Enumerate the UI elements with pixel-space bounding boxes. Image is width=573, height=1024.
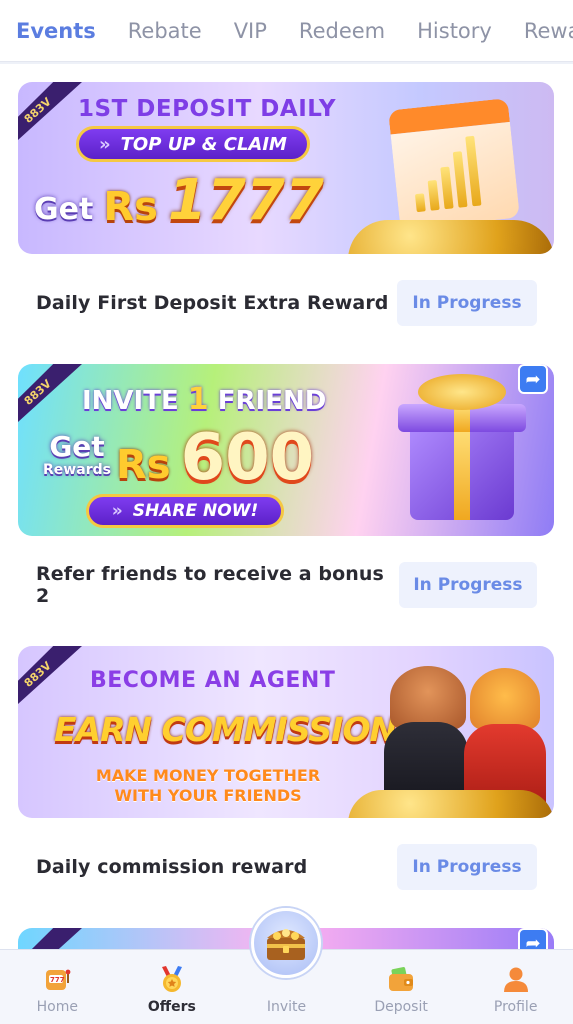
events-page: Events Rebate VIP Redeem History Reward … xyxy=(0,0,573,1024)
event-card-first-deposit: 883V 1ST DEPOSIT DAILY » TOP UP & CLAIM … xyxy=(0,64,573,347)
growth-bars-icon xyxy=(410,135,482,213)
nav-deposit[interactable]: Deposit xyxy=(344,950,459,1024)
banner-subtext-line: WITH YOUR FRIENDS xyxy=(114,786,302,805)
medal-icon xyxy=(156,963,188,995)
nav-label: Offers xyxy=(147,999,196,1015)
status-button[interactable]: In Progress xyxy=(397,280,537,326)
banner-headline: EARN COMMISSION xyxy=(54,710,397,749)
share-now-button[interactable]: » SHARE NOW! xyxy=(86,494,284,528)
user-icon xyxy=(500,963,532,995)
banner-get-subtext: Rewards xyxy=(43,462,111,478)
banner-currency: Rs xyxy=(103,184,158,230)
tab-redeem[interactable]: Redeem xyxy=(283,8,401,54)
gift-bow-icon xyxy=(418,374,506,410)
banner-title: INVITE 1 FRIEND xyxy=(82,382,326,417)
banner-get-text: Get xyxy=(49,430,105,463)
top-tab-bar: Events Rebate VIP Redeem History Reward xyxy=(0,0,573,62)
tab-history[interactable]: History xyxy=(401,8,508,54)
event-row: Refer friends to receive a bonus 2 In Pr… xyxy=(0,541,573,629)
nav-label: Home xyxy=(36,999,78,1015)
banner-get-text: Get xyxy=(34,192,94,227)
event-description: Daily First Deposit Extra Reward xyxy=(36,292,389,314)
top-up-claim-button[interactable]: » TOP UP & CLAIM xyxy=(76,126,310,162)
first-deposit-banner[interactable]: 883V 1ST DEPOSIT DAILY » TOP UP & CLAIM … xyxy=(18,82,554,254)
banner-title-part: FRIEND xyxy=(217,386,327,416)
double-chevron-icon: » xyxy=(111,501,123,521)
banner-amount: Rs 600 xyxy=(116,422,314,494)
event-card-agent: 883V BECOME AN AGENT EARN COMMISSION MAK… xyxy=(0,628,573,911)
banner-subtext: MAKE MONEY TOGETHER WITH YOUR FRIENDS xyxy=(18,766,398,806)
calendar-illustration xyxy=(388,98,520,230)
share-icon[interactable]: ➦ xyxy=(518,364,548,394)
tab-reward[interactable]: Reward xyxy=(508,8,573,54)
share-now-label: SHARE NOW! xyxy=(132,501,259,521)
bull-character-icon xyxy=(390,666,466,730)
gold-coins-icon xyxy=(348,790,554,818)
nav-label: Invite xyxy=(266,999,307,1015)
banner-amount-value: 1777 xyxy=(167,168,324,233)
status-button[interactable]: In Progress xyxy=(398,562,537,608)
svg-text:777: 777 xyxy=(50,976,65,984)
event-card-invite-friend: 883V INVITE 1 FRIEND Get Rewards Rs 600 … xyxy=(0,346,573,629)
get-rewards-label: Get Rewards xyxy=(32,430,122,479)
banner-currency: Rs xyxy=(116,442,171,488)
tab-events[interactable]: Events xyxy=(0,8,112,54)
tab-rebate[interactable]: Rebate xyxy=(112,8,218,54)
invite-friend-banner[interactable]: 883V INVITE 1 FRIEND Get Rewards Rs 600 … xyxy=(18,364,554,536)
gold-coins-icon xyxy=(348,220,554,254)
nav-label: Deposit xyxy=(374,999,428,1015)
event-description: Daily commission reward xyxy=(36,856,308,878)
top-up-claim-label: TOP UP & CLAIM xyxy=(120,133,287,155)
nav-offers[interactable]: Offers xyxy=(115,950,230,1024)
banner-title-number: 1 xyxy=(187,382,209,417)
banner-amount-value: 600 xyxy=(180,421,315,495)
gift-box-icon xyxy=(410,424,514,520)
event-description: Refer friends to receive a bonus 2 xyxy=(36,563,384,607)
banner-title: BECOME AN AGENT xyxy=(90,668,336,693)
event-row: Daily First Deposit Extra Reward In Prog… xyxy=(0,259,573,347)
status-button[interactable]: In Progress xyxy=(397,844,537,890)
nav-home[interactable]: 777 Home xyxy=(0,950,115,1024)
bottom-nav: 777 Home Offers Invite Deposit Profile xyxy=(0,908,573,1024)
banner-subtext-line: MAKE MONEY TOGETHER xyxy=(95,766,321,785)
slot-machine-icon: 777 xyxy=(41,963,73,995)
tab-vip[interactable]: VIP xyxy=(218,8,283,54)
nav-label: Profile xyxy=(493,999,538,1015)
nav-profile[interactable]: Profile xyxy=(458,950,573,1024)
wallet-icon xyxy=(385,963,417,995)
tiger-character-icon xyxy=(470,668,540,730)
banner-title-part: INVITE xyxy=(82,386,179,416)
banner-title: 1ST DEPOSIT DAILY xyxy=(78,96,336,122)
nav-invite[interactable]: Invite xyxy=(229,908,344,1024)
double-chevron-icon: » xyxy=(99,133,111,155)
event-row: Daily commission reward In Progress xyxy=(0,823,573,911)
banner-amount: Get Rs 1777 xyxy=(34,170,324,232)
become-agent-banner[interactable]: 883V BECOME AN AGENT EARN COMMISSION MAK… xyxy=(18,646,554,818)
treasure-chest-icon xyxy=(251,908,322,978)
